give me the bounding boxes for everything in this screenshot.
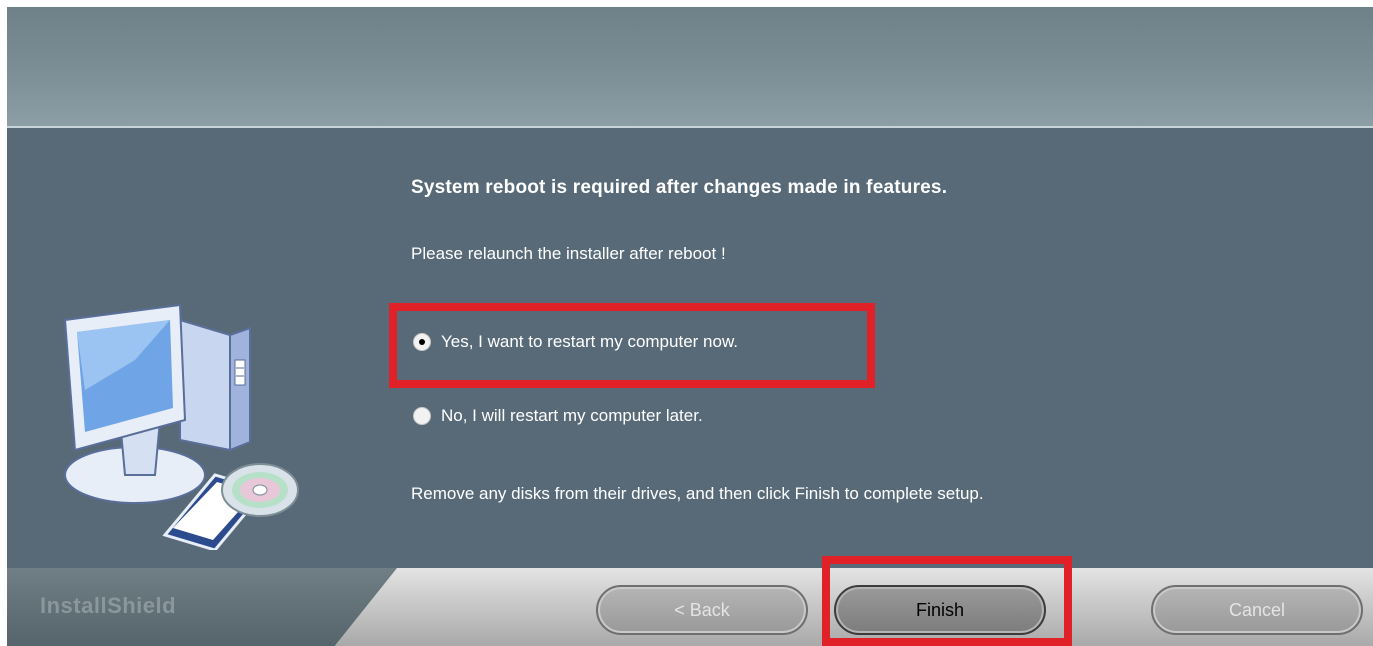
restart-later-label: No, I will restart my computer later. bbox=[441, 406, 703, 425]
relaunch-message: Please relaunch the installer after rebo… bbox=[411, 244, 726, 263]
cancel-button[interactable]: Cancel bbox=[1151, 585, 1363, 635]
radio-unselected-icon[interactable] bbox=[413, 407, 431, 425]
computer-with-cd-icon bbox=[63, 303, 299, 550]
page-title: System reboot is required after changes … bbox=[411, 177, 948, 198]
radio-selected-icon[interactable] bbox=[413, 333, 431, 351]
back-button[interactable]: < Back bbox=[596, 585, 808, 635]
header-banner bbox=[7, 7, 1373, 127]
finish-button[interactable]: Finish bbox=[834, 585, 1046, 635]
restart-later-option[interactable]: No, I will restart my computer later. bbox=[413, 406, 703, 426]
restart-now-option[interactable]: Yes, I want to restart my computer now. bbox=[413, 332, 738, 352]
finish-instruction: Remove any disks from their drives, and … bbox=[411, 484, 984, 503]
installshield-logo: InstallShield bbox=[40, 593, 177, 618]
restart-now-label: Yes, I want to restart my computer now. bbox=[441, 332, 739, 351]
